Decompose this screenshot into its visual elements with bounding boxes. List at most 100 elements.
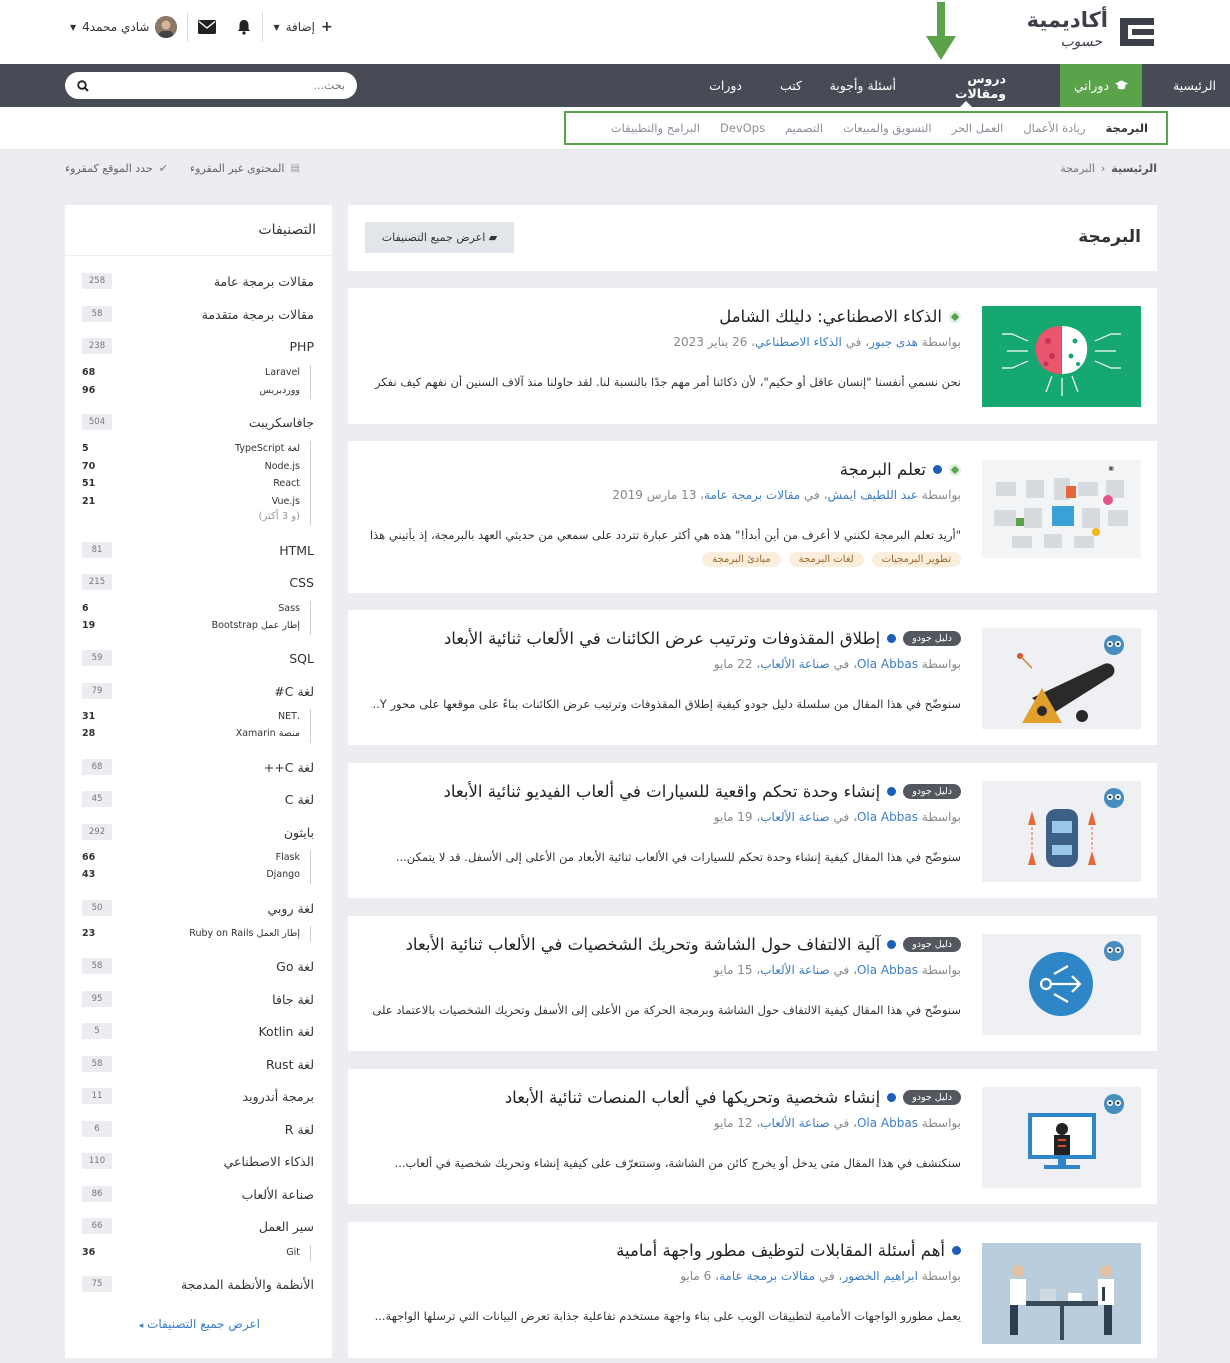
- category-item[interactable]: لغة جافا 95: [82, 991, 314, 1007]
- tag[interactable]: لغات البرمجة: [788, 552, 864, 567]
- subcategory-item[interactable]: إطار العمل Ruby on Rails 23: [82, 926, 300, 941]
- article-thumbnail[interactable]: [982, 628, 1141, 729]
- nav-courses[interactable]: دورات: [709, 64, 742, 107]
- category-item[interactable]: مقالات برمجة متقدمة 58: [82, 306, 314, 322]
- subcategory-item[interactable]: إطار عمل Bootstrap 19: [82, 618, 300, 633]
- category-item[interactable]: جافاسكريبت 504: [82, 414, 314, 430]
- subnav-programming[interactable]: البرمجة: [1096, 121, 1159, 135]
- author-link[interactable]: هدى جبور: [869, 335, 918, 349]
- category-item[interactable]: لغة C# 79: [82, 683, 314, 699]
- author-link[interactable]: ابراهيم الخضور: [842, 1269, 918, 1283]
- sidebar-all-categories-link[interactable]: اعرض جميع التصنيفات ◂: [139, 1317, 260, 1331]
- category-link[interactable]: الذكاء الاصطناعي: [755, 335, 842, 349]
- article-thumbnail[interactable]: [982, 1243, 1141, 1344]
- article-thumbnail[interactable]: [982, 1087, 1141, 1188]
- breadcrumb-home[interactable]: الرئيسية: [1111, 162, 1157, 175]
- article-thumbnail[interactable]: [982, 306, 1141, 407]
- subnav-devops[interactable]: DevOps: [710, 121, 775, 135]
- category-item[interactable]: مقالات برمجة عامة 258: [82, 273, 314, 289]
- article-thumbnail[interactable]: [982, 934, 1141, 1035]
- mark-read-link[interactable]: ✔ حدد الموقع كمقروء: [65, 162, 168, 175]
- add-menu[interactable]: + إضافة ▼: [263, 12, 342, 42]
- category-link[interactable]: صناعة الألعاب: [760, 1116, 829, 1130]
- category-link[interactable]: صناعة الألعاب: [760, 963, 829, 977]
- category-item[interactable]: لغة C++ 68: [82, 759, 314, 775]
- category-link[interactable]: مقالات برمجة عامة: [704, 488, 800, 502]
- category-item[interactable]: PHP 238: [82, 338, 314, 354]
- category-link[interactable]: صناعة الألعاب: [760, 810, 829, 824]
- subcategory-item[interactable]: Vue.js 21: [82, 494, 300, 509]
- site-logo[interactable]: أكاديمية حسوب: [1010, 8, 1160, 56]
- category-item[interactable]: HTML 81: [82, 542, 314, 558]
- unread-content-link[interactable]: ▤ المحتوى غير المقروء: [190, 162, 300, 175]
- subcategory-item[interactable]: لغة TypeScript 5: [82, 441, 300, 456]
- subcategory-item[interactable]: Django 43: [82, 867, 300, 882]
- category-item[interactable]: برمجة أندرويد 11: [82, 1088, 314, 1104]
- article-title[interactable]: دليل جودو إنشاء شخصية وتحريكها في ألعاب …: [505, 1088, 961, 1107]
- subcategory-item[interactable]: Flask 66: [82, 850, 300, 865]
- subcategory-item[interactable]: Node.js 70: [82, 459, 300, 474]
- article-title[interactable]: دليل جودو آلية الالتفاف حول الشاشة وتحري…: [406, 935, 961, 954]
- series-badge[interactable]: دليل جودو: [903, 631, 961, 646]
- category-item[interactable]: لغة روبي 50: [82, 900, 314, 916]
- subnav-freelance[interactable]: العمل الحر: [942, 121, 1014, 135]
- category-item[interactable]: لغة C 45: [82, 791, 314, 807]
- author-link[interactable]: Ola Abbas: [857, 963, 918, 977]
- category-item[interactable]: الذكاء الاصطناعي 110: [82, 1153, 314, 1169]
- subcategory-item[interactable]: منصة Xamarin 28: [82, 726, 300, 741]
- subcategory-item[interactable]: Sass 6: [82, 601, 300, 616]
- category-item[interactable]: CSS 215: [82, 574, 314, 590]
- series-badge[interactable]: دليل جودو: [903, 784, 961, 799]
- author-link[interactable]: Ola Abbas: [857, 1116, 918, 1130]
- user-menu[interactable]: شادي محمد4 ▼: [60, 12, 187, 42]
- nav-home[interactable]: الرئيسية: [1159, 64, 1230, 107]
- category-link[interactable]: مقالات برمجة عامة: [719, 1269, 815, 1283]
- nav-books[interactable]: كتب: [780, 64, 802, 107]
- subnav-design[interactable]: التصميم: [775, 121, 833, 135]
- category-item[interactable]: لغة Rust 58: [82, 1056, 314, 1072]
- subnav-marketing[interactable]: التسويق والمبيعات: [833, 121, 942, 135]
- series-badge[interactable]: دليل جودو: [903, 1090, 961, 1105]
- nav-articles[interactable]: دروس ومقالات: [926, 64, 1006, 107]
- category-item[interactable]: لغة R 6: [82, 1121, 314, 1137]
- subcategory-item[interactable]: React 51: [82, 476, 300, 491]
- article-title[interactable]: دليل جودو إنشاء وحدة تحكم واقعية للسيارا…: [444, 782, 961, 801]
- search-icon[interactable]: [77, 79, 89, 92]
- article-card: دليل جودو آلية الالتفاف حول الشاشة وتحري…: [348, 916, 1157, 1051]
- article-title[interactable]: تعلم البرمجة: [840, 460, 961, 479]
- user-name: شادي محمد4: [82, 20, 150, 34]
- category-item[interactable]: بايثون 292: [82, 824, 314, 840]
- subcategory-more-link[interactable]: (و 3 أكثر): [82, 511, 300, 522]
- tag[interactable]: تطوير البرمجيات: [871, 552, 961, 567]
- search-input[interactable]: [89, 79, 345, 92]
- nav-my-courses[interactable]: دوراتي: [1060, 64, 1142, 107]
- category-item[interactable]: SQL 59: [82, 650, 314, 666]
- category-item[interactable]: الأنظمة والأنظمة المدمجة 75: [82, 1276, 314, 1292]
- category-link[interactable]: صناعة الألعاب: [760, 657, 829, 671]
- article-thumbnail[interactable]: [982, 781, 1141, 882]
- series-badge[interactable]: دليل جودو: [903, 937, 961, 952]
- tag[interactable]: مبادئ البرمجة: [702, 552, 781, 567]
- sidebar-divider: [65, 255, 332, 256]
- notifications-button[interactable]: [226, 12, 262, 42]
- article-thumbnail[interactable]: ▣: [982, 460, 1141, 558]
- author-link[interactable]: Ola Abbas: [857, 810, 918, 824]
- article-title[interactable]: أهم أسئلة المقابلات لتوظيف مطور واجهة أم…: [616, 1241, 961, 1260]
- subnav-apps[interactable]: البرامج والتطبيقات: [601, 121, 710, 135]
- category-item[interactable]: سير العمل 66: [82, 1218, 314, 1234]
- article-title[interactable]: الذكاء الاصطناعي: دليلك الشامل: [719, 307, 961, 326]
- author-link[interactable]: Ola Abbas: [857, 657, 918, 671]
- subcategory-item[interactable]: Git 36: [82, 1245, 300, 1260]
- nav-qa[interactable]: أسئلة وأجوبة: [830, 64, 896, 107]
- category-item[interactable]: صناعة الألعاب 86: [82, 1186, 314, 1202]
- subcategory-item[interactable]: Laravel 68: [82, 365, 300, 380]
- messages-button[interactable]: [188, 12, 226, 42]
- author-link[interactable]: عبد اللطيف ايمش: [827, 488, 917, 502]
- all-categories-button[interactable]: ▰ اعرض جميع التصنيفات: [365, 222, 514, 253]
- category-item[interactable]: لغة Go 58: [82, 958, 314, 974]
- subcategory-item[interactable]: ووردبريس 96: [82, 383, 300, 398]
- subcategory-item[interactable]: .NET 31: [82, 709, 300, 724]
- category-item[interactable]: لغة Kotlin 5: [82, 1023, 314, 1039]
- article-title[interactable]: دليل جودو إطلاق المقذوفات وترتيب عرض الك…: [444, 629, 961, 648]
- subnav-entrepreneurship[interactable]: ريادة الأعمال: [1013, 121, 1095, 135]
